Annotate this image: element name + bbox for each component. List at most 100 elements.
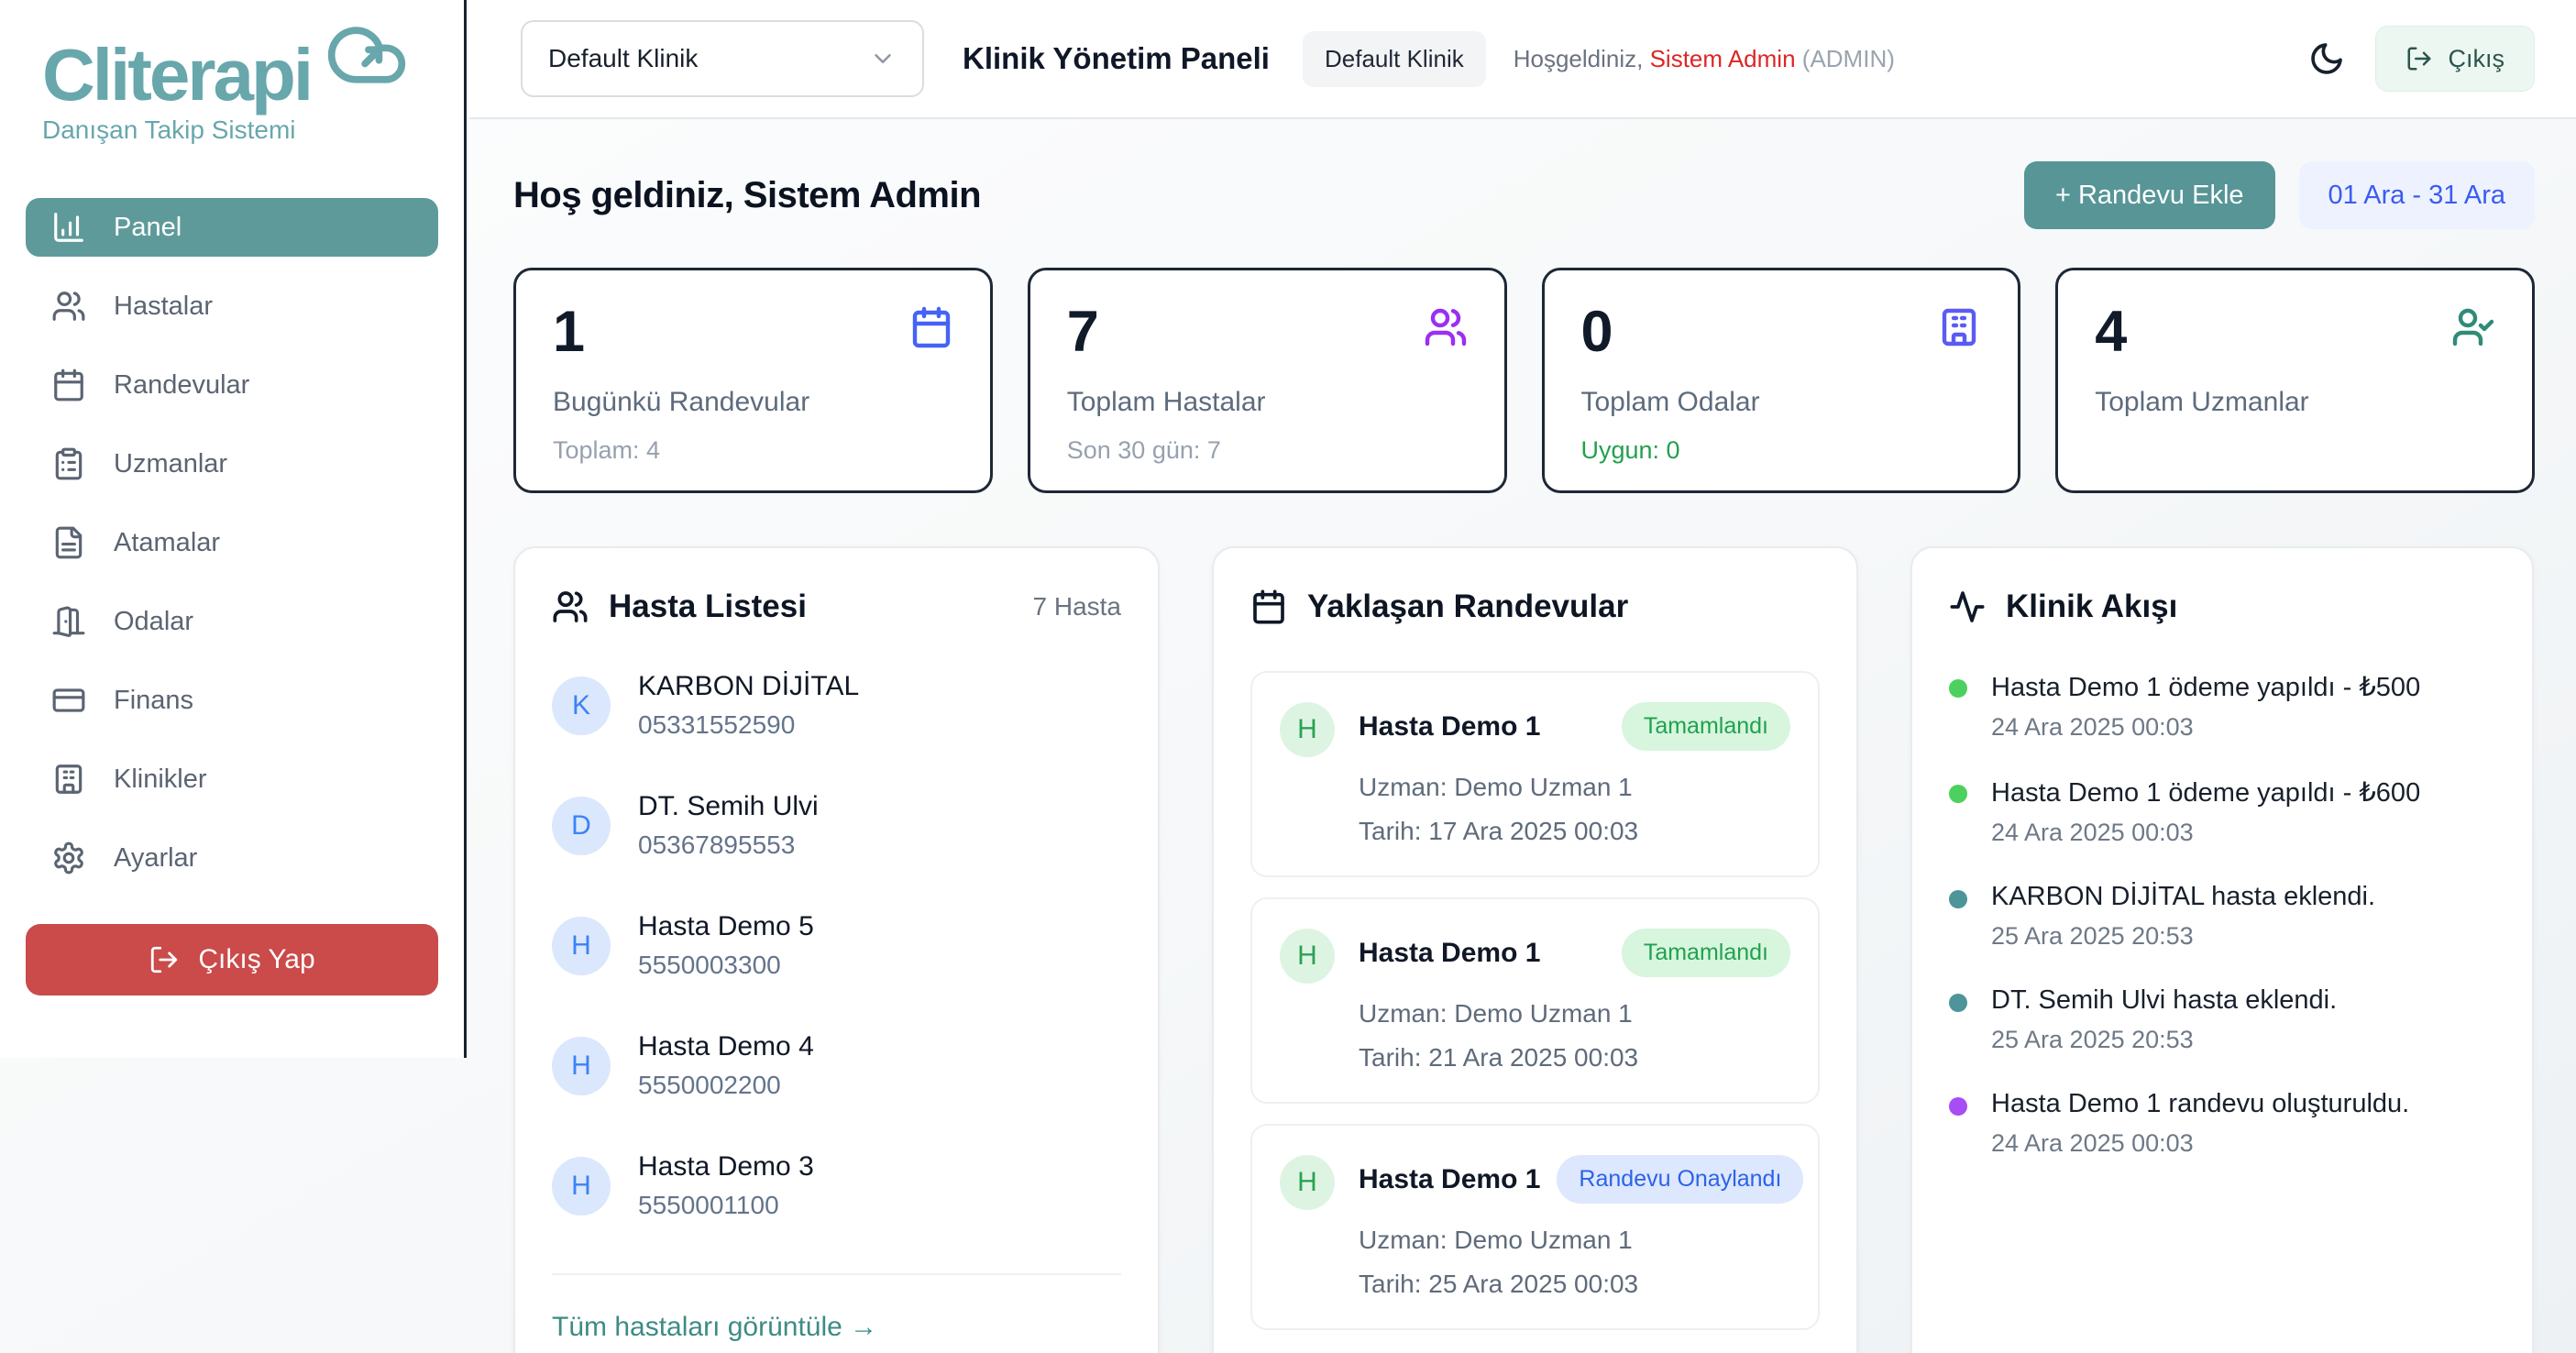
welcome-prefix: Hoşgeldiniz,: [1514, 45, 1644, 72]
page-title: Klinik Yönetim Paneli: [963, 41, 1270, 76]
sidebar-item-label: Randevular: [114, 370, 249, 401]
activity-time: 25 Ara 2025 20:53: [1991, 1026, 2337, 1054]
appointment-card: H Hasta Demo 1 Tamamlandı Uzman: Demo Uz…: [1250, 897, 1820, 1104]
door-open-icon: [51, 604, 86, 639]
avatar: D: [552, 797, 611, 855]
main-content: Hoş geldiniz, Sistem Admin + Randevu Ekl…: [469, 121, 2576, 1353]
sidebar-item-finans[interactable]: Finans: [26, 671, 438, 730]
status-badge: Tamamlandı: [1622, 929, 1790, 977]
sidebar-item-hastalar[interactable]: Hastalar: [26, 277, 438, 336]
view-all-patients-link[interactable]: Tüm hastaları görüntüle →: [552, 1312, 877, 1343]
sidebar-item-label: Atamalar: [114, 528, 220, 558]
patient-list-item: H Hasta Demo 4 5550002200: [552, 1031, 1121, 1100]
avatar: H: [552, 1037, 611, 1095]
sidebar-item-randevular[interactable]: Randevular: [26, 356, 438, 414]
activity-text: DT. Semih Ulvi hasta eklendi.: [1991, 985, 2337, 1016]
appointment-card: H Hasta Demo 1 Tamamlandı Uzman: Demo Uz…: [1250, 671, 1820, 877]
upcoming-appointments-panel: Yaklaşan Randevular H Hasta Demo 1 Tamam…: [1212, 546, 1858, 1353]
date-range-chip[interactable]: 01 Ara - 31 Ara: [2299, 161, 2535, 229]
sidebar-item-label: Hastalar: [114, 292, 213, 322]
sidebar-item-klinikler[interactable]: Klinikler: [26, 750, 438, 808]
patient-phone: 5550003300: [638, 951, 814, 980]
welcome-user-role: (ADMIN): [1802, 45, 1895, 72]
stat-label: Toplam Uzmanlar: [2095, 387, 2495, 418]
sidebar-item-panel[interactable]: Panel: [26, 198, 438, 257]
clinic-flow-panel: Klinik Akışı Hasta Demo 1 ödeme yapıldı …: [1910, 546, 2534, 1353]
building-icon: [51, 762, 86, 797]
stat-label: Toplam Odalar: [1581, 387, 1982, 418]
patient-count-label: 7 Hasta: [1033, 592, 1122, 622]
stat-card-total-patients: 7 Toplam Hastalar Son 30 gün: 7: [1028, 268, 1507, 493]
users-icon: [1424, 305, 1468, 349]
activity-item: Hasta Demo 1 randevu oluşturuldu. 24 Ara…: [1949, 1089, 2495, 1158]
activity-item: Hasta Demo 1 ödeme yapıldı - ₺500 24 Ara…: [1949, 671, 2495, 742]
appointment-expert: Uzman: Demo Uzman 1: [1359, 773, 1790, 802]
stat-value: 7: [1067, 303, 1468, 361]
user-check-icon: [2451, 305, 2495, 349]
avatar: H: [552, 917, 611, 975]
activity-time: 25 Ara 2025 20:53: [1991, 922, 2375, 951]
sidebar-item-uzmanlar[interactable]: Uzmanlar: [26, 434, 438, 493]
panel-title: Hasta Listesi: [609, 588, 807, 625]
stat-cards: 1 Bugünkü Randevular Toplam: 4 7 Toplam …: [513, 268, 2535, 493]
panel-title: Yaklaşan Randevular: [1307, 588, 1628, 625]
add-appointment-button[interactable]: + Randevu Ekle: [2024, 161, 2275, 229]
activity-text: KARBON DİJİTAL hasta eklendi.: [1991, 882, 2375, 912]
patient-list-panel: Hasta Listesi 7 Hasta K KARBON DİJİTAL 0…: [513, 546, 1160, 1353]
app-logo: Cliterapi Danışan Takip Sistemi: [26, 37, 438, 145]
stat-label: Bugünkü Randevular: [553, 387, 953, 418]
theme-toggle-button[interactable]: [2302, 34, 2351, 83]
welcome-heading: Hoş geldiniz, Sistem Admin: [513, 175, 981, 216]
avatar: K: [552, 676, 611, 735]
appointments-header: Yaklaşan Randevular: [1250, 588, 1820, 625]
patient-name: KARBON DİJİTAL: [638, 671, 859, 702]
patient-name: Hasta Demo 3: [638, 1151, 814, 1182]
clinic-flow-header: Klinik Akışı: [1949, 588, 2495, 625]
sidebar-item-atamalar[interactable]: Atamalar: [26, 513, 438, 572]
welcome-line: Hoşgeldiniz, Sistem Admin (ADMIN): [1514, 45, 1895, 73]
status-dot: [1949, 679, 1967, 698]
stat-card-todays-appointments: 1 Bugünkü Randevular Toplam: 4: [513, 268, 993, 493]
status-badge: Tamamlandı: [1622, 702, 1790, 751]
activity-item: DT. Semih Ulvi hasta eklendi. 25 Ara 202…: [1949, 985, 2495, 1054]
moon-icon: [2308, 40, 2345, 77]
header-actions: + Randevu Ekle 01 Ara - 31 Ara: [2024, 161, 2535, 229]
patient-list-item: K KARBON DİJİTAL 05331552590: [552, 671, 1121, 740]
file-text-icon: [51, 525, 86, 560]
appointment-expert: Uzman: Demo Uzman 1: [1359, 1226, 1790, 1255]
bar-chart-icon: [51, 210, 86, 245]
patient-name: Hasta Demo 4: [638, 1031, 814, 1062]
patient-list-item: H Hasta Demo 5 5550003300: [552, 911, 1121, 980]
gear-icon: [51, 841, 86, 875]
users-icon: [51, 289, 86, 324]
stat-value: 0: [1581, 303, 1982, 361]
clinic-select-value: Default Klinik: [548, 44, 698, 73]
appointment-patient-name: Hasta Demo 1: [1359, 938, 1540, 969]
patient-name: DT. Semih Ulvi: [638, 791, 819, 822]
app-logo-subtitle: Danışan Takip Sistemi: [42, 116, 438, 145]
stat-value: 4: [2095, 303, 2495, 361]
appointment-patient-name: Hasta Demo 1: [1359, 711, 1540, 742]
patient-phone: 05367895553: [638, 830, 819, 860]
sidebar-item-odalar[interactable]: Odalar: [26, 592, 438, 651]
panel-title: Klinik Akışı: [2006, 588, 2177, 625]
activity-time: 24 Ara 2025 00:03: [1991, 713, 2420, 742]
appointment-expert: Uzman: Demo Uzman 1: [1359, 999, 1790, 1028]
cloud-arrow-icon: [314, 13, 420, 97]
stat-sub: Uygun: 0: [1581, 436, 1982, 465]
activity-text: Hasta Demo 1 randevu oluşturuldu.: [1991, 1089, 2409, 1119]
logout-button[interactable]: Çıkış Yap: [26, 924, 438, 996]
patient-phone: 5550001100: [638, 1191, 814, 1220]
clinic-select[interactable]: Default Klinik: [521, 20, 924, 97]
sidebar-item-ayarlar[interactable]: Ayarlar: [26, 829, 438, 887]
appointment-date: Tarih: 17 Ara 2025 00:03: [1359, 817, 1790, 846]
logout-button-label: Çıkış Yap: [198, 944, 314, 975]
activity-item: KARBON DİJİTAL hasta eklendi. 25 Ara 202…: [1949, 882, 2495, 951]
stat-sub: Son 30 gün: 7: [1067, 436, 1468, 465]
appointment-patient-name: Hasta Demo 1: [1359, 1164, 1540, 1195]
topbar-logout-button[interactable]: Çıkış: [2375, 26, 2535, 92]
patient-list-item: H Hasta Demo 3 5550001100: [552, 1151, 1121, 1220]
activity-text: Hasta Demo 1 ödeme yapıldı - ₺500: [1991, 671, 2420, 703]
topbar-logout-label: Çıkış: [2448, 45, 2504, 73]
status-dot: [1949, 994, 1967, 1012]
